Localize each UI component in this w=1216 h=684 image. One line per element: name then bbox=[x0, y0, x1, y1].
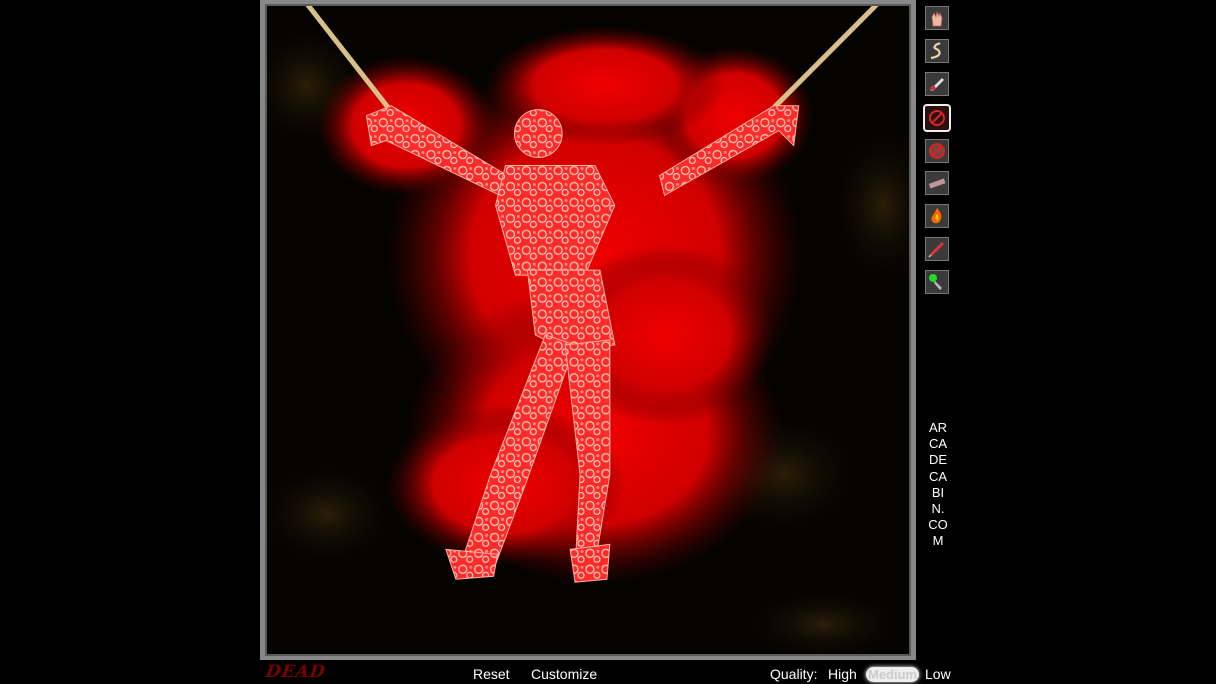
cancel-tool-icon[interactable] bbox=[925, 139, 949, 163]
game-stage bbox=[260, 0, 916, 660]
fire-tool-icon[interactable] bbox=[925, 204, 949, 228]
saw-tool-icon[interactable] bbox=[925, 171, 949, 195]
bottom-bar: DEAD Reset Customize Quality: High Mediu… bbox=[260, 662, 956, 684]
quality-low-option[interactable]: Low bbox=[925, 666, 951, 682]
reset-button[interactable]: Reset bbox=[473, 666, 510, 682]
play-area[interactable] bbox=[265, 4, 911, 656]
knife-tool-icon[interactable] bbox=[925, 72, 949, 96]
rope-tool-icon[interactable] bbox=[925, 39, 949, 63]
quality-high-option[interactable]: High bbox=[828, 666, 857, 682]
no-entry-tool-icon[interactable] bbox=[923, 104, 951, 132]
grab-hand-tool-icon[interactable] bbox=[925, 6, 949, 30]
acid-tool-icon[interactable] bbox=[925, 270, 949, 294]
site-watermark: ARCADECABIN.COM bbox=[928, 420, 948, 549]
syringe-tool-icon[interactable] bbox=[925, 237, 949, 261]
quality-medium-option[interactable]: Medium bbox=[866, 667, 920, 682]
customize-button[interactable]: Customize bbox=[531, 666, 597, 682]
game-logo: DEAD bbox=[264, 662, 328, 682]
ragdoll-scene[interactable] bbox=[267, 6, 909, 654]
tool-palette bbox=[919, 0, 956, 660]
quality-label: Quality: bbox=[770, 666, 818, 682]
